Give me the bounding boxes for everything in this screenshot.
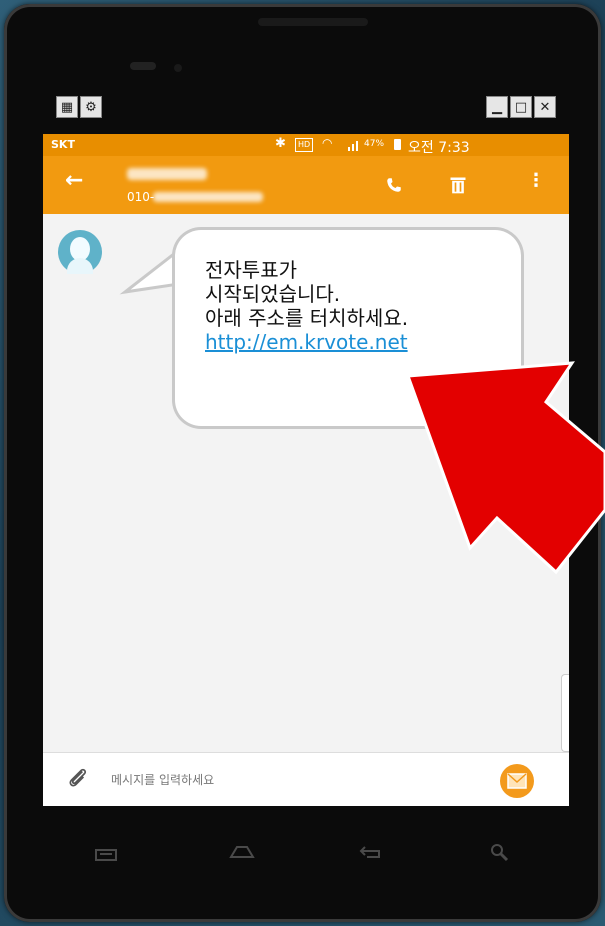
navigation-bar — [43, 806, 569, 902]
home-icon[interactable] — [229, 842, 255, 867]
search-icon[interactable] — [489, 842, 509, 868]
back-icon[interactable] — [359, 842, 383, 867]
pointer-arrow-annotation — [405, 361, 605, 575]
recent-apps-icon[interactable] — [95, 844, 117, 869]
